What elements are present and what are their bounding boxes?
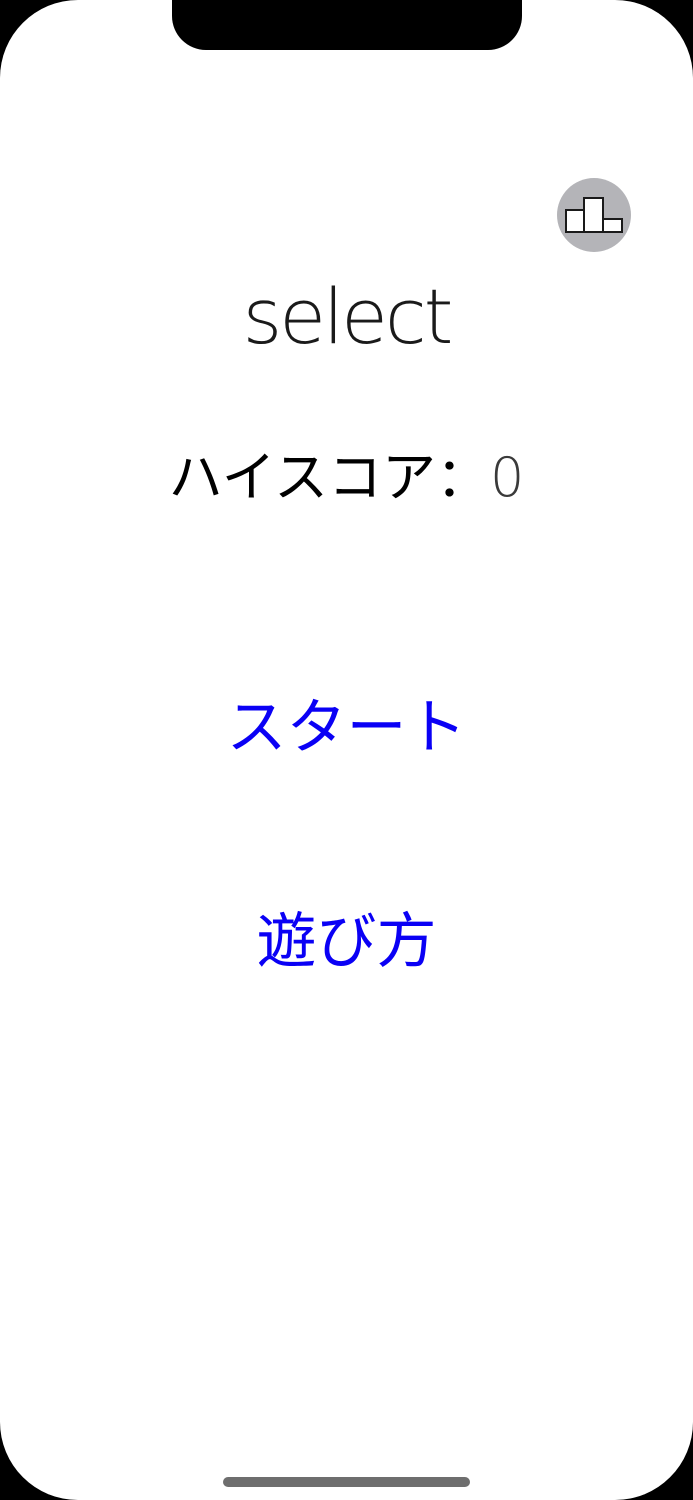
highscore-label: ハイスコア： [168,446,490,509]
device-frame: select ハイスコア：0 スタート 遊び方 [0,0,693,1500]
how-to-play-button[interactable]: 遊び方 [0,902,693,982]
highscore-row: ハイスコア：0 [0,440,693,516]
app-screen: select ハイスコア：0 スタート 遊び方 [0,0,693,1500]
home-indicator[interactable] [223,1477,470,1487]
leaderboard-button[interactable] [557,178,631,252]
device-notch [172,0,522,50]
leaderboard-podium-icon [565,197,623,233]
highscore-value: 0 [489,446,525,509]
page-title: select [242,272,454,361]
start-button[interactable]: スタート [0,688,693,768]
